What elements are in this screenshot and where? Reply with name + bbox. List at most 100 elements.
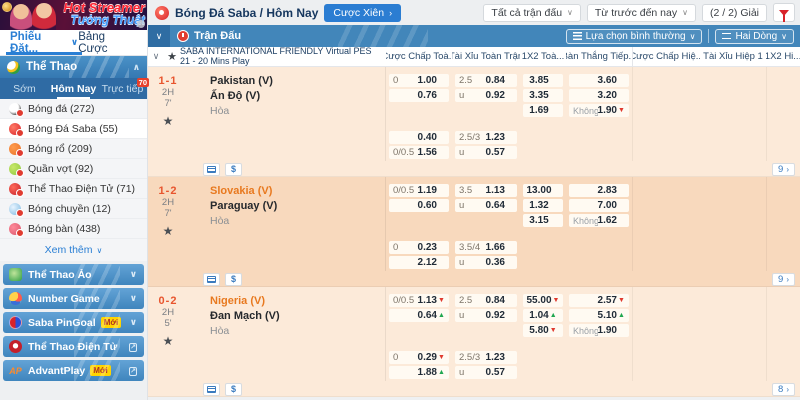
show-more-link[interactable]: Xem thêm ∨ [0,239,147,261]
league-header: ∨ ★ SABA INTERNATIONAL FRIENDLY Virtual … [148,47,800,67]
odds-cell-1x2-away[interactable]: 1.04▲ [523,309,563,322]
parlay-button[interactable]: Cược Xiên › [324,4,401,22]
sidebar-item-table-tennis[interactable]: Bóng bàn (438) [0,219,147,239]
odds-cell-next-goal-home[interactable]: 2.57▼ [569,294,629,307]
league-count-button[interactable]: (2 / 2) Giải [702,4,767,22]
tab-bet-list[interactable]: Bảng Cược [78,31,133,55]
sidebar-section-virtual-sports[interactable]: Thể Thao Ảo ∨ [3,264,144,285]
topbar: Bóng Đá Saba / Hôm Nay Cược Xiên › Tất c… [148,0,800,25]
odds-cell-handicap2-home[interactable]: 00.29▼ [389,351,449,364]
odds-cell-ft-under[interactable]: u0.92 [455,309,517,322]
sidebar-section-esports[interactable]: Thể Thao Điện Tử ↗ [3,336,144,357]
extra-markets-count-button[interactable]: 9› [772,163,795,176]
tab-bet-slip[interactable]: Phiếu Đặt... ∨ [10,30,78,55]
odds-cell-overunder2-over[interactable]: 2.5/31.23 [455,131,517,144]
quick-bet-button[interactable]: $ [225,383,242,396]
odds-cell-next-goal-none[interactable]: Không ...1.90▼ [569,104,629,117]
sidebar-item-basketball[interactable]: Bóng rổ (209) [0,139,147,159]
chevron-right-icon: › [786,275,789,284]
headset-icon [9,340,22,353]
time-filter-dropdown[interactable]: Từ trước đến nay ∨ [587,4,696,22]
odds-cell-ft-handicap-away[interactable]: 0.60 [389,199,449,212]
dollar-icon: $ [231,164,236,174]
odds-cell-ft-over[interactable]: 2.50.84 [455,74,517,87]
home-team: Slovakia (V) [210,184,385,199]
sports-section-header[interactable]: Thể Thao ∧ [0,56,147,78]
tab-live[interactable]: Trực tiếp 70 [98,78,147,99]
odds-cell-overunder2-under[interactable]: u0.57 [455,146,517,159]
favorite-league-star-icon[interactable]: ★ [164,50,180,63]
odds-cell-next-goal-away[interactable]: 5.10▲ [569,309,629,322]
quick-bet-button[interactable]: $ [225,273,242,286]
sidebar-item-esports[interactable]: Thể Thao Điện Tử (71) [0,179,147,199]
odds-cell-handicap2-home[interactable]: 0.40 [389,131,449,144]
odds-cell-ft-under[interactable]: u0.64 [455,199,517,212]
odds-cell-ft-handicap-home[interactable]: 01.00 [389,74,449,87]
odds-cell-1x2-home[interactable]: 55.00▼ [523,294,563,307]
column-header-ft-overunder: Tài Xỉu Toàn Trận [452,47,520,66]
collapse-league-icon[interactable]: ∨ [148,51,164,62]
odds-cell-next-goal-none[interactable]: Không ...1.62 [569,214,629,227]
odds-cell-ft-over[interactable]: 2.50.84 [455,294,517,307]
filter-funnel-icon [779,10,789,16]
sidebar-item-tennis[interactable]: Quần vợt (92) [0,159,147,179]
odds-cell-1x2-draw[interactable]: 1.69 [523,104,563,117]
display-mode-dropdown[interactable]: Lựa chọn bình thường ∨ [566,29,703,44]
match-period: 2H [148,197,188,208]
extra-markets-count-button[interactable]: 9› [772,273,795,286]
favorite-match-star-icon[interactable]: ★ [148,224,188,238]
main-area: Bóng Đá Saba / Hôm Nay Cược Xiên › Tất c… [148,0,800,400]
sidebar-item-saba-soccer[interactable]: Bóng Đá Saba (55) [0,119,147,139]
sidebar-filler [0,381,147,400]
sidebar-section-advantplay[interactable]: AP AdvantPlay Mới ↗ [3,360,144,381]
odds-cell-ft-handicap-home[interactable]: 0/0.51.13▼ [389,294,449,307]
odds-cell-handicap2-away[interactable]: 1.88▲ [389,366,449,379]
odds-cell-overunder2-over[interactable]: 2.5/31.23 [455,351,517,364]
odds-cell-overunder2-under[interactable]: u0.36 [455,256,517,269]
odds-cell-ft-over[interactable]: 3.51.13 [455,184,517,197]
tab-early[interactable]: Sớm [0,78,49,99]
odds-cell-ft-handicap-away[interactable]: 0.76 [389,89,449,102]
odds-cell-handicap2-away[interactable]: 2.12 [389,256,449,269]
league-filter-button[interactable] [773,3,795,22]
odds-cell-next-goal-none[interactable]: Không ...1.90 [569,324,629,337]
odds-cell-next-goal-away[interactable]: 7.00 [569,199,629,212]
promo-banner[interactable]: Hot Streamer Tưởng Thuật [0,0,147,30]
odds-cell-handicap2-home[interactable]: 00.23 [389,241,449,254]
extra-markets-count-button[interactable]: 8› [772,383,795,396]
lines-mode-dropdown[interactable]: Hai Dòng ∨ [715,29,794,44]
more-markets-button[interactable] [203,383,220,396]
odds-cell-handicap2-away[interactable]: 0/0.51.56 [389,146,449,159]
sidebar-section-saba-pingoal[interactable]: Saba PinGoal Mới ∨ [3,312,144,333]
odds-cell-1x2-home[interactable]: 3.85 [523,74,563,87]
markets-list-icon [207,276,216,283]
sidebar-item-volleyball[interactable]: Bóng chuyền (12) [0,199,147,219]
quick-bet-button[interactable]: $ [225,163,242,176]
odds-cell-ft-handicap-home[interactable]: 0/0.51.19 [389,184,449,197]
odds-cell-next-goal-home[interactable]: 3.60 [569,74,629,87]
odds-cell-overunder2-under[interactable]: u0.57 [455,366,517,379]
odds-cell-overunder2-over[interactable]: 3.5/41.66 [455,241,517,254]
more-markets-button[interactable] [203,273,220,286]
odds-cell-next-goal-away[interactable]: 3.20 [569,89,629,102]
column-header-ft-1x2: 1X2 Toà... [520,47,566,66]
all-matches-dropdown[interactable]: Tất cả trận đấu ∨ [483,4,580,22]
banner-figure [10,4,32,30]
more-markets-button[interactable] [203,163,220,176]
odds-cell-ft-under[interactable]: u0.92 [455,89,517,102]
sidebar-item-soccer[interactable]: Bóng đá (272) [0,99,147,119]
odds-cell-1x2-away[interactable]: 1.32 [523,199,563,212]
odds-cell-1x2-away[interactable]: 3.35 [523,89,563,102]
match-minute: 7' [148,208,188,219]
odds-cell-ft-handicap-away[interactable]: 0.64▲ [389,309,449,322]
sports-tabs: Sớm Hôm Nay Trực tiếp 70 [0,78,147,99]
odds-cell-next-goal-home[interactable]: 2.83 [569,184,629,197]
odds-cell-1x2-draw[interactable]: 3.15 [523,214,563,227]
odds-cell-1x2-home[interactable]: 13.00 [523,184,563,197]
tab-today[interactable]: Hôm Nay [49,78,98,99]
collapse-all-button[interactable]: ∨ [148,25,170,47]
odds-cell-1x2-draw[interactable]: 5.80▼ [523,324,563,337]
favorite-match-star-icon[interactable]: ★ [148,114,188,128]
favorite-match-star-icon[interactable]: ★ [148,334,188,348]
sidebar-section-number-game[interactable]: Number Game ∨ [3,288,144,309]
